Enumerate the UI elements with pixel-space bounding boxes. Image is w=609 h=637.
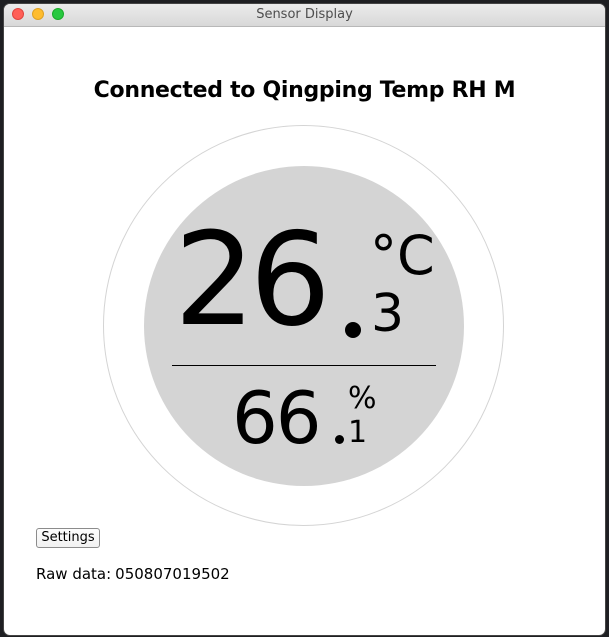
temperature-decimal-point	[345, 322, 361, 338]
sensor-display-window: Sensor Display Connected to Qingping Tem…	[4, 4, 605, 635]
reading-divider	[172, 365, 436, 366]
settings-button[interactable]: Settings	[36, 528, 100, 548]
humidity-decimal-point	[335, 435, 344, 444]
temperature-unit: °C	[370, 224, 435, 287]
humidity-integer: 66	[232, 376, 322, 460]
window-titlebar[interactable]: Sensor Display	[4, 4, 605, 27]
humidity-fraction: 1	[348, 415, 368, 450]
desktop-background: Sensor Display Connected to Qingping Tem…	[0, 0, 609, 637]
temperature-fraction: 3	[371, 284, 405, 344]
window-title: Sensor Display	[256, 7, 353, 22]
raw-data-value: 050807019502	[115, 565, 230, 583]
humidity-unit: %	[348, 381, 377, 416]
raw-data-label: Raw data:	[36, 565, 112, 583]
connection-title: Connected to Qingping Temp RH M	[93, 78, 516, 103]
raw-data-readout: Raw data: 050807019502	[36, 565, 230, 583]
temperature-integer: 26	[174, 206, 331, 355]
